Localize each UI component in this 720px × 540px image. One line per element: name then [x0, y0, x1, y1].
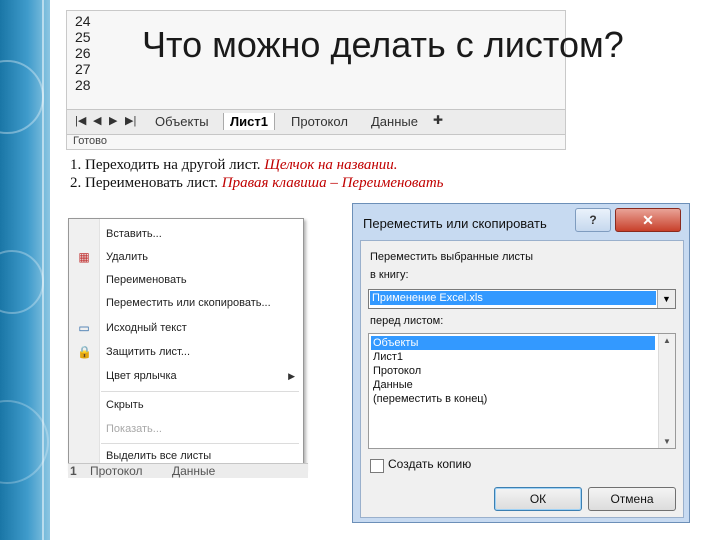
list-scrollbar[interactable]: ▲ ▼ — [658, 334, 675, 448]
sheet-tab-list1[interactable]: Лист1 — [223, 113, 275, 130]
row-numbers: 24 25 26 27 28 — [75, 13, 91, 93]
row-number[interactable]: 25 — [75, 29, 91, 45]
sheet-tab-bar-partial: 1 Протокол Данные — [68, 463, 308, 478]
close-button[interactable]: ✕ — [615, 208, 681, 232]
menu-item-hide[interactable]: Скрыть — [69, 394, 303, 416]
menu-separator — [101, 443, 299, 444]
list-item[interactable]: (переместить в конец) — [371, 392, 655, 406]
before-sheet-label: перед листом: — [370, 315, 444, 327]
menu-item-label: Цвет ярлычка — [106, 370, 177, 382]
menu-item-label: Исходный текст — [106, 322, 187, 334]
item-number: 1. — [70, 157, 82, 173]
move-sheets-label: Переместить выбранные листы — [370, 251, 533, 263]
sheet-tab-bar: |◀ ◀ ▶ ▶| Объекты Лист1 Протокол Данные … — [67, 109, 565, 135]
menu-item-rename[interactable]: Переименовать — [69, 269, 303, 291]
item-hint: Щелчок на названии. — [264, 157, 398, 173]
menu-item-move-copy[interactable]: Переместить или скопировать... — [69, 292, 303, 314]
list-item: 1. Переходить на другой лист. Щелчок на … — [70, 156, 444, 174]
last-sheet-arrow-icon[interactable]: ▶| — [125, 114, 136, 127]
status-bar: Готово — [73, 135, 107, 147]
to-book-label: в книгу: — [370, 269, 409, 281]
sheet-tab-data[interactable]: Данные — [365, 113, 424, 130]
submenu-arrow-icon: ▶ — [288, 371, 295, 381]
book-select-value: Применение Excel.xls — [370, 291, 656, 305]
protect-sheet-icon: 🔒 — [77, 345, 92, 359]
prev-sheet-arrow-icon[interactable]: ◀ — [93, 114, 101, 127]
row-number[interactable]: 27 — [75, 61, 91, 77]
cancel-button[interactable]: Отмена — [588, 487, 676, 511]
sheet-tab-protocol[interactable]: Протокол — [285, 113, 354, 130]
menu-item-view-code[interactable]: ▭ Исходный текст — [69, 317, 303, 339]
menu-item-label: Защитить лист... — [106, 346, 191, 358]
decor-line — [42, 0, 44, 540]
create-copy-label[interactable]: Создать копию — [388, 457, 471, 471]
instruction-list: 1. Переходить на другой лист. Щелчок на … — [70, 156, 444, 192]
help-button[interactable]: ? — [575, 208, 611, 232]
menu-item-insert[interactable]: Вставить... — [69, 223, 303, 245]
page-title: Что можно делать с листом? — [142, 24, 624, 65]
list-item[interactable]: Протокол — [371, 364, 655, 378]
menu-separator — [101, 391, 299, 392]
menu-item-label: Скрыть — [106, 399, 144, 411]
dialog-titlebar[interactable]: Переместить или скопировать ? ✕ — [353, 204, 689, 240]
sheet-tab-protocol[interactable]: Протокол — [90, 464, 143, 478]
create-copy-checkbox[interactable] — [370, 459, 384, 473]
menu-item-protect-sheet[interactable]: 🔒 Защитить лист... — [69, 341, 303, 363]
menu-item-label: Удалить — [106, 251, 148, 263]
first-sheet-arrow-icon[interactable]: |◀ — [75, 114, 86, 127]
chevron-down-icon[interactable]: ▼ — [657, 290, 675, 308]
move-copy-dialog: Переместить или скопировать ? ✕ Перемест… — [352, 203, 690, 523]
sheet-context-menu: Вставить... ▦ Удалить Переименовать Пере… — [68, 218, 304, 470]
sheet-tab-partial[interactable]: 1 — [70, 464, 77, 478]
sheet-tab-data[interactable]: Данные — [172, 464, 215, 478]
menu-item-label: Переименовать — [106, 274, 187, 286]
item-text: Переходить на другой лист. — [85, 157, 261, 173]
decor-circle — [0, 250, 44, 314]
menu-item-tab-color[interactable]: Цвет ярлычка ▶ — [69, 365, 303, 387]
menu-item-label: Вставить... — [106, 228, 162, 240]
list-item[interactable]: Лист1 — [371, 350, 655, 364]
menu-item-unhide: Показать... — [69, 418, 303, 440]
dialog-title: Переместить или скопировать — [363, 216, 547, 231]
menu-item-delete[interactable]: ▦ Удалить — [69, 246, 303, 268]
decorative-band — [0, 0, 50, 540]
list-item[interactable]: Объекты — [371, 336, 655, 350]
ok-button[interactable]: ОК — [494, 487, 582, 511]
before-sheet-list[interactable]: Объекты Лист1 Протокол Данные (перемести… — [368, 333, 676, 449]
view-code-icon: ▭ — [78, 321, 90, 335]
menu-item-label: Показать... — [106, 423, 162, 435]
row-number[interactable]: 26 — [75, 45, 91, 61]
item-hint: Правая клавиша – Переименовать — [221, 175, 444, 191]
scroll-down-icon[interactable]: ▼ — [663, 437, 671, 446]
dialog-body: Переместить выбранные листы в книгу: При… — [360, 240, 684, 518]
menu-item-label: Переместить или скопировать... — [106, 297, 271, 309]
decor-circle — [0, 60, 44, 134]
item-text: Переименовать лист. — [85, 175, 219, 191]
row-number[interactable]: 24 — [75, 13, 91, 29]
scroll-up-icon[interactable]: ▲ — [663, 336, 671, 345]
delete-sheet-icon: ▦ — [78, 250, 90, 264]
item-number: 2. — [70, 175, 82, 191]
book-select[interactable]: Применение Excel.xls ▼ — [368, 289, 676, 309]
insert-sheet-icon[interactable]: ✚ — [433, 113, 443, 127]
list-item: 2. Переименовать лист. Правая клавиша – … — [70, 174, 444, 192]
list-item[interactable]: Данные — [371, 378, 655, 392]
row-number[interactable]: 28 — [75, 77, 91, 93]
sheet-tab-objects[interactable]: Объекты — [149, 113, 215, 130]
next-sheet-arrow-icon[interactable]: ▶ — [109, 114, 117, 127]
